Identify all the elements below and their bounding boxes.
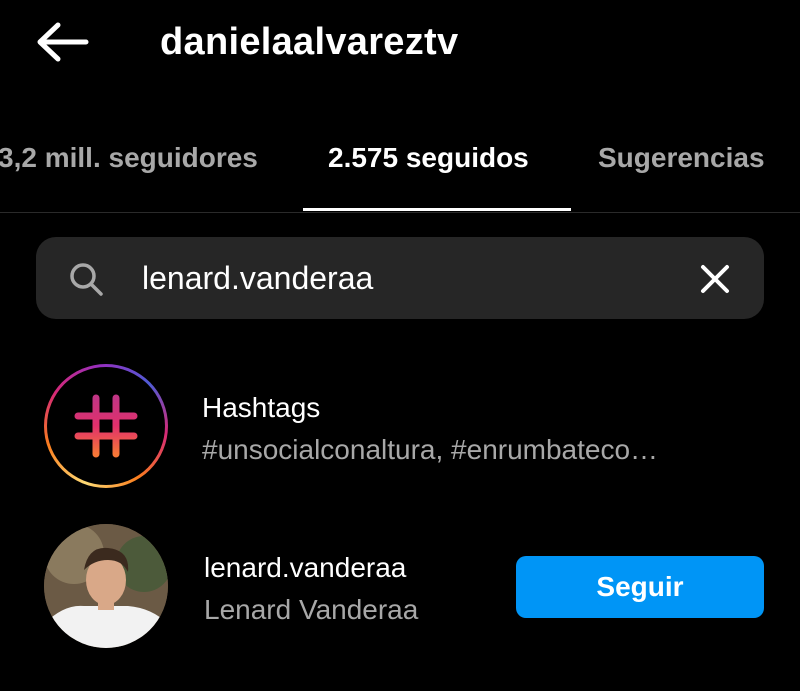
back-button[interactable] (34, 20, 90, 64)
user-result[interactable]: lenard.vanderaa Lenard Vanderaa Seguir (0, 522, 800, 650)
search-bar (36, 237, 764, 319)
profile-photo (44, 524, 168, 648)
top-bar: danielaalvareztv (0, 0, 800, 90)
page-title: danielaalvareztv (160, 21, 459, 63)
clear-search-button[interactable] (698, 262, 732, 296)
avatar[interactable] (44, 524, 168, 648)
hashtags-title: Hashtags (202, 392, 321, 423)
user-username: lenard.vanderaa (204, 552, 407, 583)
tab-following[interactable]: 2.575 seguidos (328, 138, 529, 178)
follow-tabs: 3,2 mill. seguidores 2.575 seguidos Suge… (0, 120, 800, 213)
tab-suggestions[interactable]: Sugerencias (598, 138, 765, 178)
hashtags-result[interactable]: Hashtags #unsocialconaltura, #enrumbatec… (0, 360, 800, 490)
hashtag-avatar (44, 364, 168, 488)
close-icon (701, 265, 729, 293)
hashtag-icon (74, 394, 138, 458)
search-input[interactable] (142, 253, 662, 303)
active-tab-indicator (303, 208, 571, 211)
user-fullname: Lenard Vanderaa (204, 594, 419, 625)
tab-followers[interactable]: 3,2 mill. seguidores (0, 138, 258, 178)
hashtags-subtitle: #unsocialconaltura, #enrumbateco… (202, 434, 659, 465)
follow-button[interactable]: Seguir (516, 556, 764, 618)
arrow-left-icon (37, 22, 89, 62)
search-icon (70, 263, 103, 296)
